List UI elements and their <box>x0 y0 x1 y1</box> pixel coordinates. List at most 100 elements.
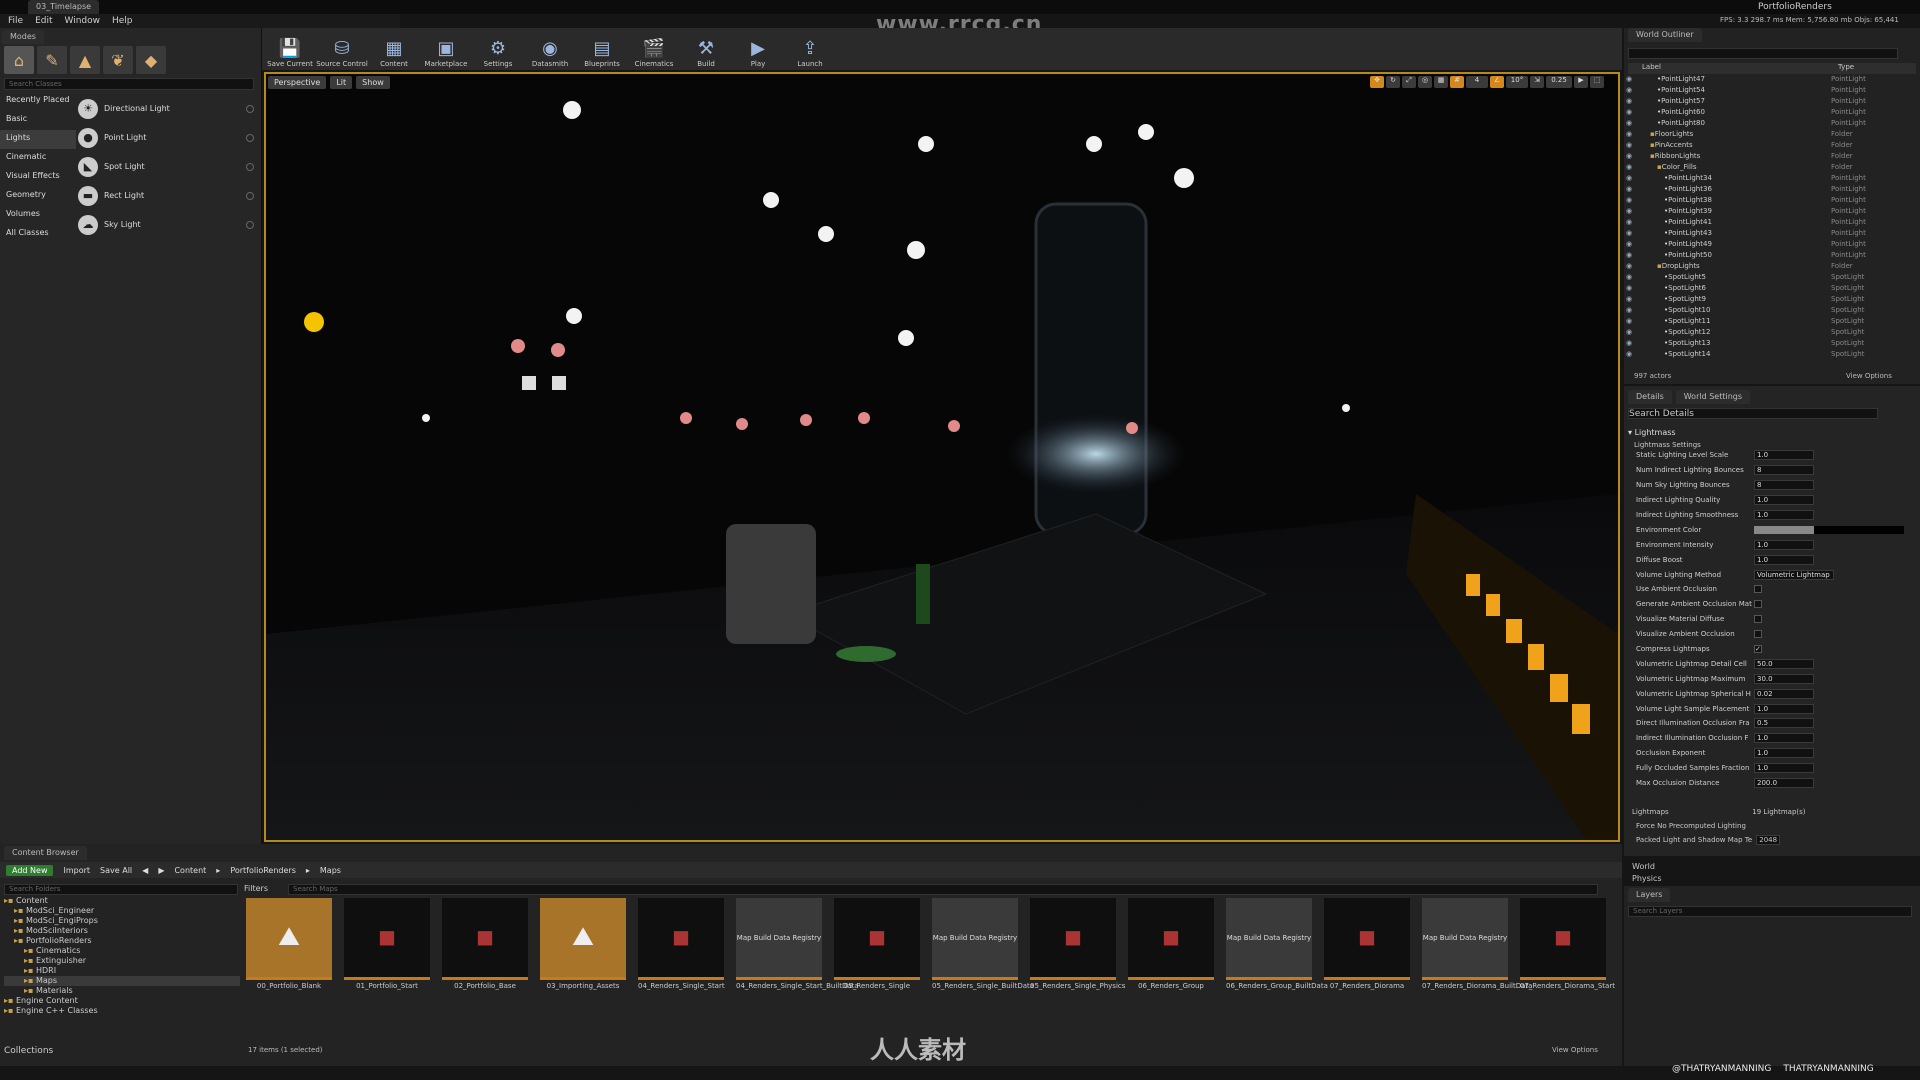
add-new-button[interactable]: Add New <box>6 864 54 876</box>
property-value[interactable]: 0.5 <box>1754 718 1814 729</box>
visibility-eye-icon[interactable]: ◉ <box>1626 350 1636 361</box>
outliner-row[interactable]: ◉ • PointLight57 PointLight <box>1626 97 1916 108</box>
back-icon[interactable]: ◀ <box>142 866 148 875</box>
camera-speed-icon[interactable]: ▶ <box>1574 76 1588 88</box>
datasmith-button[interactable]: ◉ Datasmith <box>526 28 574 70</box>
property-checkbox[interactable] <box>1754 600 1762 609</box>
content-view-options[interactable]: View Options <box>1552 1046 1598 1054</box>
category-item[interactable]: Lights <box>0 130 76 149</box>
content-button[interactable]: ▦ Content <box>370 28 418 70</box>
visibility-eye-icon[interactable]: ◉ <box>1626 218 1636 229</box>
property-value[interactable]: 8 <box>1754 480 1814 491</box>
category-item[interactable]: All Classes <box>0 225 76 244</box>
modes-tab[interactable]: Modes <box>2 30 44 44</box>
category-item[interactable]: Geometry <box>0 187 76 206</box>
path-content[interactable]: Content <box>174 866 206 875</box>
path-portfoliorenders[interactable]: PortfolioRenders <box>230 866 296 875</box>
visibility-eye-icon[interactable]: ◉ <box>1626 163 1636 174</box>
outliner-row[interactable]: ◉ • PointLight50 PointLight <box>1626 251 1916 262</box>
cinematics-button[interactable]: 🎬 Cinematics <box>630 28 678 70</box>
folder-item[interactable]: ▸▪ Maps <box>4 976 240 986</box>
property-checkbox[interactable] <box>1754 630 1762 639</box>
menu-edit[interactable]: Edit <box>35 16 52 26</box>
lightmass-section[interactable]: ▾ Lightmass <box>1628 428 1676 437</box>
grid-snap-icon[interactable]: # <box>1450 76 1464 88</box>
asset-tile[interactable]: ◼ 05_Renders_Single <box>834 898 920 1002</box>
property-value[interactable]: 8 <box>1754 465 1814 476</box>
menu-file[interactable]: File <box>8 16 23 26</box>
class-search-input[interactable]: Search Classes <box>4 78 254 90</box>
folder-search-input[interactable]: Search Folders <box>4 884 238 895</box>
folder-item[interactable]: ▸▪ Engine Content <box>4 996 240 1006</box>
grid-size[interactable]: 4 <box>1466 76 1488 88</box>
visibility-eye-icon[interactable]: ◉ <box>1626 130 1636 141</box>
light-item[interactable]: ◣ Spot Light <box>78 152 258 181</box>
label-column[interactable]: Label <box>1642 63 1838 74</box>
path-maps[interactable]: Maps <box>320 866 341 875</box>
asset-tile[interactable]: Map Build Data Registry 06_Renders_Group_… <box>1226 898 1328 1002</box>
rotate-icon[interactable]: ↻ <box>1386 76 1400 88</box>
asset-tile[interactable]: ◼ 02_Portfolio_Base <box>442 898 528 1002</box>
info-icon[interactable] <box>246 162 254 171</box>
folder-item[interactable]: ▸▪ Extinguisher <box>4 956 240 966</box>
folder-item[interactable]: ▸▪ Engine C++ Classes <box>4 1006 240 1016</box>
surface-snap-icon[interactable]: ▦ <box>1434 76 1448 88</box>
outliner-row[interactable]: ◉ • SpotLight6 SpotLight <box>1626 284 1916 295</box>
world-outliner-tab[interactable]: World Outliner <box>1628 28 1702 42</box>
play-button[interactable]: ▶ Play <box>734 28 782 70</box>
property-value[interactable]: 30.0 <box>1754 673 1814 684</box>
import-button[interactable]: Import <box>63 866 90 875</box>
visibility-eye-icon[interactable]: ◉ <box>1626 207 1636 218</box>
foliage-mode-icon[interactable]: ❦ <box>103 46 133 74</box>
visibility-eye-icon[interactable]: ◉ <box>1626 229 1636 240</box>
type-column[interactable]: Type <box>1838 63 1854 74</box>
category-item[interactable]: Volumes <box>0 206 76 225</box>
visibility-eye-icon[interactable]: ◉ <box>1626 174 1636 185</box>
outliner-view-options[interactable]: View Options <box>1846 372 1892 380</box>
outliner-row[interactable]: ◉ • SpotLight9 SpotLight <box>1626 295 1916 306</box>
menu-help[interactable]: Help <box>112 16 133 26</box>
content-browser-tab[interactable]: Content Browser <box>4 846 87 860</box>
category-item[interactable]: Visual Effects <box>0 168 76 187</box>
visibility-eye-icon[interactable]: ◉ <box>1626 295 1636 306</box>
property-value[interactable]: Volumetric Lightmap <box>1754 569 1834 580</box>
outliner-row[interactable]: ◉ • PointLight36 PointLight <box>1626 185 1916 196</box>
visibility-eye-icon[interactable]: ◉ <box>1626 141 1636 152</box>
visibility-eye-icon[interactable]: ◉ <box>1626 152 1636 163</box>
property-value[interactable]: 1.0 <box>1754 703 1814 714</box>
property-value[interactable]: 1.0 <box>1754 748 1814 759</box>
info-icon[interactable] <box>246 191 254 200</box>
asset-tile[interactable]: ◼ 07_Renders_Diorama <box>1324 898 1410 1002</box>
force-no-precomputed[interactable]: Force No Precomputed Lighting <box>1636 822 1746 830</box>
property-value[interactable]: 1.0 <box>1754 510 1814 520</box>
outliner-row[interactable]: ◉ • SpotLight12 SpotLight <box>1626 328 1916 339</box>
category-item[interactable]: Recently Placed <box>0 92 76 111</box>
place-mode-icon[interactable]: ⌂ <box>4 46 34 74</box>
blueprints-button[interactable]: ▤ Blueprints <box>578 28 626 70</box>
folder-item[interactable]: ▸▪ Content <box>4 896 240 906</box>
outliner-row[interactable]: ◉ • PointLight34 PointLight <box>1626 174 1916 185</box>
outliner-row[interactable]: ◉ ▪ DropLights Folder <box>1626 262 1916 273</box>
asset-tile[interactable]: ◼ 05_Renders_Single_Physics <box>1030 898 1125 1002</box>
light-item[interactable]: ☀ Directional Light <box>78 94 258 123</box>
outliner-row[interactable]: ◉ • PointLight39 PointLight <box>1626 207 1916 218</box>
viewport-show-button[interactable]: Show <box>356 76 390 89</box>
outliner-search-input[interactable] <box>1628 48 1898 59</box>
visibility-eye-icon[interactable]: ◉ <box>1626 97 1636 108</box>
folder-item[interactable]: ▸▪ HDRI <box>4 966 240 976</box>
outliner-row[interactable]: ◉ • PointLight49 PointLight <box>1626 240 1916 251</box>
folder-item[interactable]: ▸▪ PortfolioRenders <box>4 936 240 946</box>
layers-tab[interactable]: Layers <box>1628 888 1671 902</box>
outliner-row[interactable]: ◉ ▪ PinAccents Folder <box>1626 141 1916 152</box>
collections-header[interactable]: Collections <box>4 1046 53 1056</box>
light-item[interactable]: ▬ Rect Light <box>78 181 258 210</box>
outliner-row[interactable]: ◉ • PointLight54 PointLight <box>1626 86 1916 97</box>
property-value[interactable]: 1.0 <box>1754 733 1814 744</box>
visibility-eye-icon[interactable]: ◉ <box>1626 251 1636 262</box>
world-section[interactable]: World <box>1632 862 1655 871</box>
outliner-row[interactable]: ◉ • PointLight43 PointLight <box>1626 229 1916 240</box>
asset-tile[interactable]: ◼ 06_Renders_Group <box>1128 898 1214 1002</box>
filters-button[interactable]: Filters <box>244 884 268 893</box>
folder-item[interactable]: ▸▪ ModSci_EngiProps <box>4 916 240 926</box>
property-value[interactable]: 1.0 <box>1754 450 1814 461</box>
